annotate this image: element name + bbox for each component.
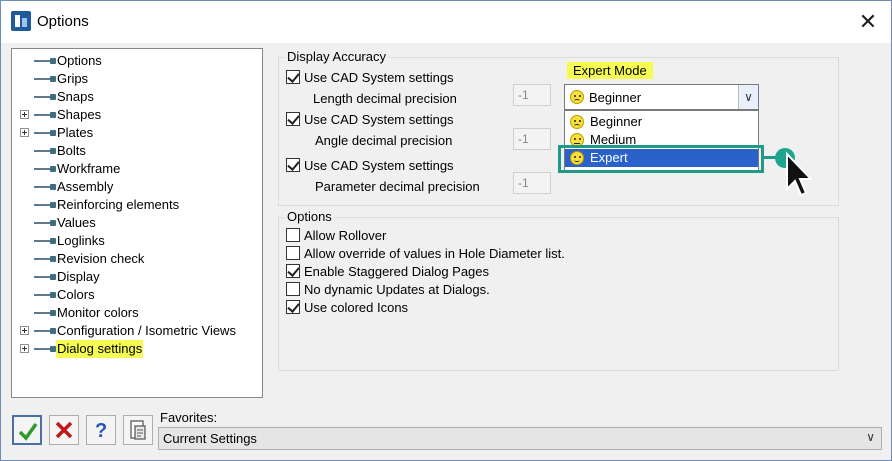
expand-plus-icon[interactable] [20, 344, 29, 353]
tree-item-label: Values [57, 215, 96, 230]
ok-button[interactable] [12, 415, 42, 445]
tree-item-label: Snaps [57, 89, 94, 104]
expand-plus-icon[interactable] [20, 110, 29, 119]
tree-node-icon [34, 292, 56, 298]
options-tree[interactable]: Options Grips Snaps Shapes Plates Bolts Workfr… [11, 48, 263, 398]
display-accuracy-title: Display Accuracy [285, 49, 388, 64]
length-precision-input[interactable]: -1 [513, 84, 551, 106]
tree-item-label: Workframe [57, 161, 121, 176]
tree-item-label: Display [57, 269, 100, 284]
chevron-down-icon[interactable]: ∨ [866, 430, 875, 444]
checkmark-icon [18, 422, 38, 441]
tree-node-icon [34, 58, 56, 64]
tree-item-label: Reinforcing elements [57, 197, 180, 212]
cancel-button[interactable] [49, 415, 79, 445]
tree-node-icon [34, 238, 56, 244]
chevron-down-icon[interactable]: ∨ [738, 85, 758, 109]
tree-node-icon [34, 256, 56, 262]
length-precision-label: Length decimal precision [313, 91, 457, 106]
tree-node-icon [34, 346, 56, 352]
tree-item-label: Plates [57, 125, 94, 140]
use-cad-parameter-checkbox[interactable] [286, 158, 300, 172]
help-button[interactable]: ? [86, 415, 116, 445]
angle-precision-label: Angle decimal precision [315, 133, 453, 148]
tree-node-icon [34, 76, 56, 82]
tree-node-icon [34, 202, 56, 208]
favorites-select[interactable]: Current Settings ∨ [158, 427, 882, 450]
tree-item-label: Shapes [57, 107, 102, 122]
title-bar: Options ✕ [1, 1, 891, 43]
tree-item-label: Bolts [57, 143, 86, 158]
tree-node-icon [34, 274, 56, 280]
window-title: Options [37, 13, 89, 30]
option-checkbox[interactable] [286, 246, 300, 260]
tree-node-icon [34, 148, 56, 154]
parameter-precision-input[interactable]: -1 [513, 172, 551, 194]
option-checkbox-label: Use colored Icons [304, 300, 409, 315]
use-cad-parameter-label: Use CAD System settings [304, 158, 454, 173]
app-logo-icon [11, 11, 31, 31]
expand-plus-icon[interactable] [20, 128, 29, 137]
x-icon [55, 421, 73, 439]
tree-item-label: Loglinks [57, 233, 105, 248]
parameter-precision-label: Parameter decimal precision [315, 179, 480, 194]
tree-node-icon [34, 112, 56, 118]
tree-node-icon [34, 94, 56, 100]
tree-item-label: Configuration / Isometric Views [57, 323, 236, 338]
favorites-label: Favorites: [160, 410, 218, 425]
annotation-highlight-box [558, 145, 764, 173]
document-icon [130, 420, 146, 440]
tree-item-label: Colors [57, 287, 95, 302]
option-checkbox-label: No dynamic Updates at Dialogs. [304, 282, 490, 297]
option-checkbox[interactable] [286, 300, 300, 314]
favorites-button[interactable] [123, 415, 153, 445]
tree-item-label: Revision check [57, 251, 145, 266]
expert-mode-label: Expert Mode [567, 62, 653, 79]
use-cad-angle-checkbox[interactable] [286, 112, 300, 126]
tree-item-label: Dialog settings [56, 340, 144, 358]
mouse-cursor-icon [786, 151, 812, 197]
option-checkbox-label: Allow Rollover [304, 228, 387, 243]
tree-node-icon [34, 220, 56, 226]
tree-node-icon [34, 328, 56, 334]
option-label: Beginner [590, 114, 643, 129]
options-group-title: Options [285, 209, 334, 224]
tree-item-label: Monitor colors [57, 305, 139, 320]
tree-node-icon [34, 166, 56, 172]
tree-item-label: Options [57, 53, 102, 68]
use-cad-length-label: Use CAD System settings [304, 70, 454, 85]
tree-node-icon [34, 310, 56, 316]
dropdown-option-beginner[interactable]: Beginner [565, 113, 758, 131]
expand-plus-icon[interactable] [20, 326, 29, 335]
tree-item-label: Assembly [57, 179, 114, 194]
close-button[interactable]: ✕ [853, 7, 883, 37]
option-checkbox[interactable] [286, 228, 300, 242]
option-checkbox[interactable] [286, 264, 300, 278]
angle-precision-input[interactable]: -1 [513, 128, 551, 150]
option-checkbox[interactable] [286, 282, 300, 296]
option-checkbox-label: Enable Staggered Dialog Pages [304, 264, 490, 279]
expert-mode-select[interactable]: Beginner ∨ [564, 84, 759, 110]
svg-text:?: ? [95, 420, 107, 441]
use-cad-angle-label: Use CAD System settings [304, 112, 454, 127]
options-window: Options ✕ Options Grips Snaps Shapes Plates B… [0, 0, 892, 461]
sad-face-icon [570, 115, 584, 129]
tree-node-icon [34, 130, 56, 136]
question-icon: ? [95, 420, 107, 441]
expert-mode-value: Beginner [589, 90, 642, 105]
use-cad-length-checkbox[interactable] [286, 70, 300, 84]
option-checkbox-label: Allow override of values in Hole Diamete… [304, 246, 565, 261]
beginner-face-icon [570, 90, 584, 104]
tree-item-label: Grips [57, 71, 89, 86]
favorites-value: Current Settings [163, 431, 257, 446]
tree-node-icon [34, 184, 56, 190]
